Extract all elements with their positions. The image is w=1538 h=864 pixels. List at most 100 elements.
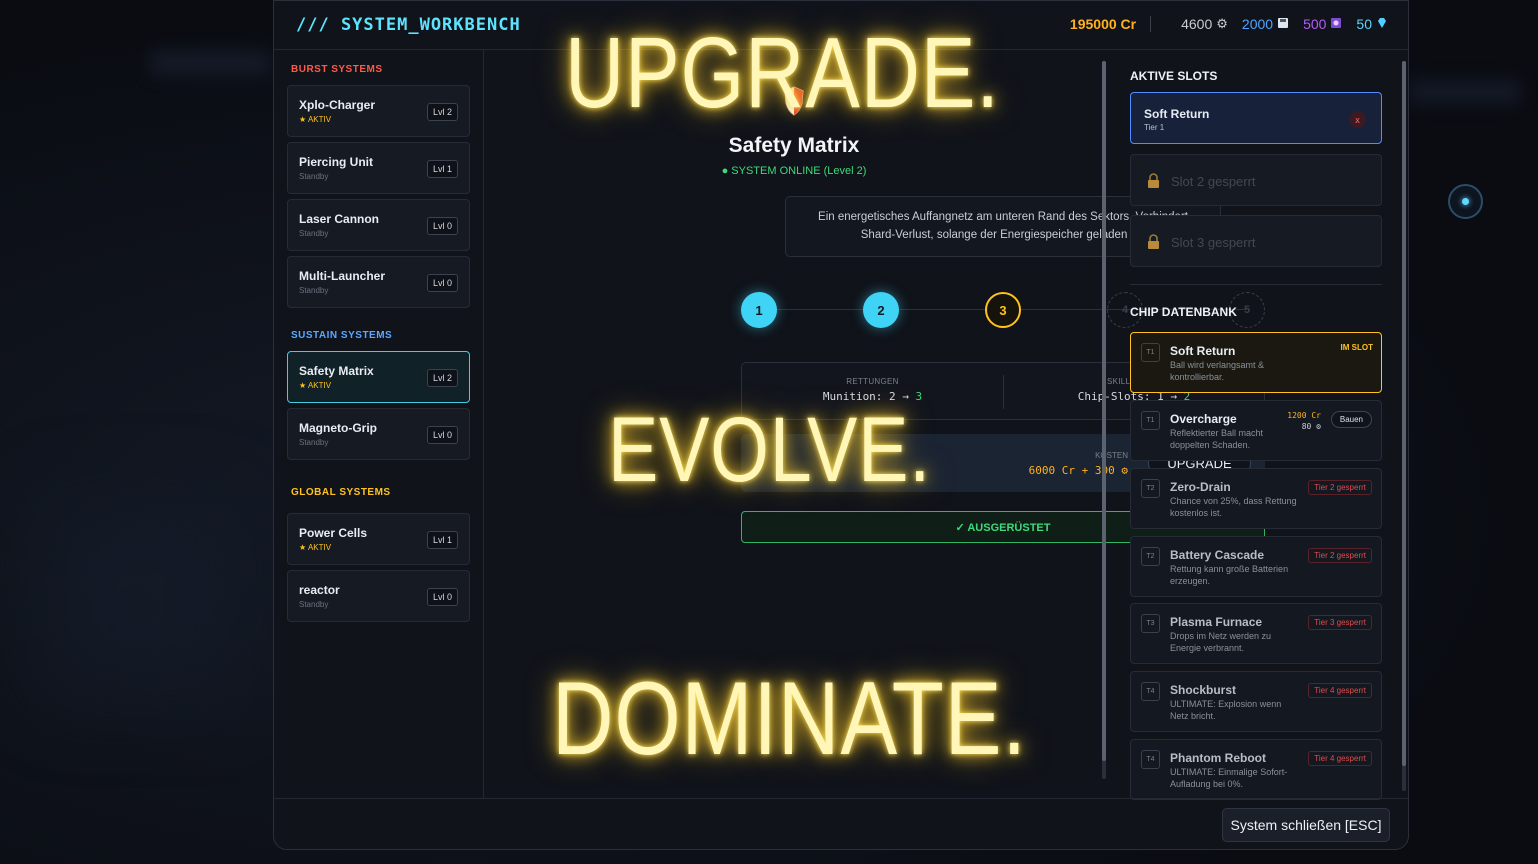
active-slot-1[interactable]: Soft Return Tier 1 x <box>1130 92 1382 144</box>
level-badge: Lvl 2 <box>426 103 458 121</box>
background-blur <box>40 500 240 700</box>
slot-locked-label: Slot 2 gesperrt <box>1171 174 1256 189</box>
item-name: Magneto-Grip <box>299 421 377 435</box>
sidebar-item-piercing-unit[interactable]: Piercing Unit Standby Lvl 1 <box>287 142 470 194</box>
resource-bar: 195000 Cr 4600 ⚙ 2000 500 50 <box>1070 16 1388 32</box>
sidebar-item-magneto-grip[interactable]: Magneto-Grip Standby Lvl 0 <box>287 408 470 460</box>
chip-name: Phantom Reboot <box>1170 751 1266 765</box>
item-name: Piercing Unit <box>299 155 374 169</box>
item-name: Laser Cannon <box>299 212 380 226</box>
overlay-word-evolve: EVOLVE. <box>608 399 932 501</box>
item-name: Power Cells <box>299 526 368 540</box>
scrap-resource: 4600 ⚙ <box>1181 16 1228 32</box>
section-divider <box>1130 284 1382 285</box>
chip-battery-cascade[interactable]: T2 Battery Cascade Rettung kann große Ba… <box>1130 536 1382 597</box>
item-status: Standby <box>299 229 329 238</box>
core-resource: 500 <box>1303 16 1342 32</box>
level-step-1: 1 <box>741 292 777 328</box>
in-slot-badge: IM SLOT <box>1340 343 1373 352</box>
scrollbar-thumb[interactable] <box>1402 61 1406 766</box>
scrap-amount: 4600 <box>1181 16 1213 32</box>
level-badge: Lvl 0 <box>426 426 458 444</box>
category-global: GLOBAL SYSTEMS <box>291 487 391 498</box>
sidebar-item-multi-launcher[interactable]: Multi-Launcher Standby Lvl 0 <box>287 256 470 308</box>
chip-name: Shockburst <box>1170 683 1237 697</box>
chip-panel: AKTIVE SLOTS Soft Return Tier 1 x Slot 2… <box>1114 50 1404 800</box>
chip-description: ULTIMATE: Einmalige Sofort-Aufladung bei… <box>1170 767 1288 789</box>
modal-footer: System schließen [ESC] <box>274 798 1408 849</box>
chip-description: Ball wird verlangsamt & kontrollierbar. <box>1170 360 1265 382</box>
item-status: Standby <box>299 172 329 181</box>
core-icon <box>1330 17 1342 32</box>
item-name: Safety Matrix <box>299 364 374 378</box>
locked-slot-3: Slot 3 gesperrt <box>1130 215 1382 267</box>
chip-phantom-reboot[interactable]: T4 Phantom Reboot ULTIMATE: Einmalige So… <box>1130 739 1382 800</box>
tier-badge: T2 <box>1141 547 1160 566</box>
chip-name: Zero-Drain <box>1170 480 1231 494</box>
module-title: Safety Matrix <box>728 134 860 157</box>
level-badge: Lvl 1 <box>426 531 458 549</box>
category-sustain: SUSTAIN SYSTEMS <box>291 330 393 341</box>
diamond-amount: 50 <box>1356 16 1372 32</box>
build-cost-scrap: 80 ⚙ <box>1301 422 1321 431</box>
module-status: ● SYSTEM ONLINE (Level 2) <box>721 165 867 177</box>
tier-locked-tag: Tier 4 gesperrt <box>1308 751 1372 766</box>
remove-chip-button[interactable]: x <box>1349 111 1366 128</box>
tier-locked-tag: Tier 2 gesperrt <box>1308 548 1372 563</box>
item-name: reactor <box>299 583 340 597</box>
systems-sidebar: BURST SYSTEMS Xplo-Charger ★ AKTIV Lvl 2… <box>274 50 484 798</box>
active-slots-title: AKTIVE SLOTS <box>1130 69 1218 83</box>
build-cost: 1200 Cr 80 ⚙ <box>1287 410 1321 432</box>
level-step-2: 2 <box>863 292 899 328</box>
chip-name: Battery Cascade <box>1170 548 1265 562</box>
chip-description: Reflektierter Ball macht doppelten Schad… <box>1170 428 1264 450</box>
level-badge: Lvl 2 <box>426 369 458 387</box>
item-status: ★ AKTIV <box>299 543 332 552</box>
build-cost-credits: 1200 Cr <box>1287 411 1321 420</box>
center-scrollbar[interactable] <box>1102 61 1106 779</box>
chip-database-title: CHIP DATENBANK <box>1130 305 1237 319</box>
scrollbar-thumb[interactable] <box>1102 61 1106 761</box>
sidebar-item-safety-matrix[interactable]: Safety Matrix ★ AKTIV Lvl 2 <box>287 351 470 403</box>
chip-name: Soft Return <box>1170 344 1236 358</box>
tier-badge: T4 <box>1141 682 1160 701</box>
build-button[interactable]: Bauen <box>1330 411 1372 428</box>
workbench-title: /// SYSTEM_WORKBENCH <box>296 15 521 35</box>
sidebar-item-xplo-charger[interactable]: Xplo-Charger ★ AKTIV Lvl 2 <box>287 85 470 137</box>
item-name: Xplo-Charger <box>299 98 376 112</box>
category-burst: BURST SYSTEMS <box>291 64 383 75</box>
floating-target-button[interactable] <box>1448 184 1483 219</box>
slot-chip-tier: Tier 1 <box>1144 123 1165 132</box>
chip-description: Rettung kann große Batterien erzeugen. <box>1170 564 1289 586</box>
tier-badge: T1 <box>1141 343 1160 362</box>
overlay-word-dominate: DOMINATE. <box>552 661 1027 777</box>
chip-description: Chance von 25%, dass Rettung kostenlos i… <box>1170 496 1297 518</box>
level-badge: Lvl 0 <box>426 588 458 606</box>
chip-plasma-furnace[interactable]: T3 Plasma Furnace Drops im Netz werden z… <box>1130 603 1382 664</box>
tier-locked-tag: Tier 4 gesperrt <box>1308 683 1372 698</box>
chip-overcharge[interactable]: T1 Overcharge Reflektierter Ball macht d… <box>1130 400 1382 461</box>
chip-name: Plasma Furnace <box>1170 615 1263 629</box>
chip-name: Overcharge <box>1170 412 1237 426</box>
sidebar-item-laser-cannon[interactable]: Laser Cannon Standby Lvl 0 <box>287 199 470 251</box>
close-system-button[interactable]: System schließen [ESC] <box>1222 808 1390 842</box>
level-badge: Lvl 0 <box>426 217 458 235</box>
item-status: Standby <box>299 286 329 295</box>
locked-slot-2: Slot 2 gesperrt <box>1130 154 1382 206</box>
tier-badge: T1 <box>1141 411 1160 430</box>
tier-locked-tag: Tier 3 gesperrt <box>1308 615 1372 630</box>
diamond-icon <box>1376 17 1388 32</box>
target-dot-icon <box>1462 198 1469 205</box>
chip-panel-scrollbar[interactable] <box>1402 61 1406 791</box>
sidebar-item-power-cells[interactable]: Power Cells ★ AKTIV Lvl 1 <box>287 513 470 565</box>
diamond-resource: 50 <box>1356 16 1388 32</box>
background-blur <box>1410 80 1520 104</box>
chip-amount: 2000 <box>1241 16 1274 32</box>
chip-soft-return[interactable]: T1 Soft Return Ball wird verlangsamt & k… <box>1130 332 1382 393</box>
level-badge: Lvl 1 <box>426 160 458 178</box>
sidebar-item-reactor[interactable]: reactor Standby Lvl 0 <box>287 570 470 622</box>
item-status: Standby <box>299 600 329 609</box>
chip-shockburst[interactable]: T4 Shockburst ULTIMATE: Explosion wenn N… <box>1130 671 1382 732</box>
chip-zero-drain[interactable]: T2 Zero-Drain Chance von 25%, dass Rettu… <box>1130 468 1382 529</box>
chip-resource: 2000 <box>1242 16 1289 32</box>
